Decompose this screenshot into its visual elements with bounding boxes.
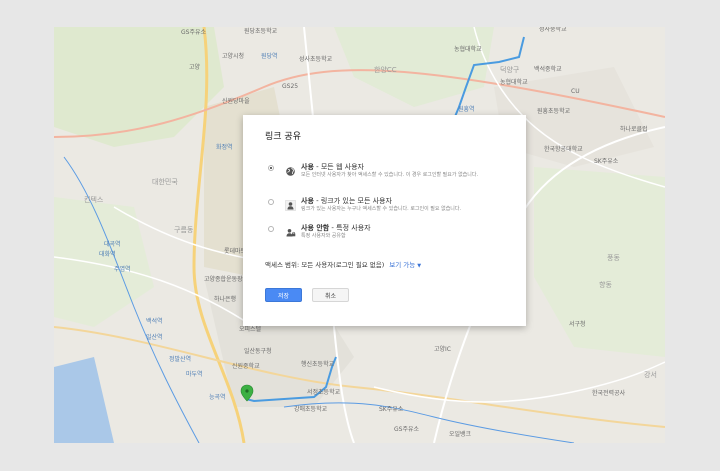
option-specific-people[interactable]: 사용 안함 - 특정 사용자 특정 사용자와 공유함 [268,223,518,247]
map-label: SK주유소 [379,406,404,413]
map-label: 오일뱅크 [449,431,472,438]
map-label: SK주유소 [594,158,619,165]
map-label: 한국전력공사 [592,390,626,397]
globe-icon [285,162,296,176]
save-button[interactable]: 저장 [265,288,302,302]
map-label: 백석중학교 [534,66,562,73]
map-label: 화정역 [216,144,233,151]
caret-down-icon: ▼ [417,263,422,269]
map-label: 덕양구 [500,66,520,74]
option-title: 사용 - 모든 웹 사용자 [301,163,364,171]
map-label: 고양IC [434,346,451,353]
option-description: 링크가 있는 사용자는 누구나 액세스할 수 있습니다. 로그인이 필요 없습니… [301,206,462,212]
map-label: 원흥역 [458,106,475,113]
map-label: 농협대학교 [500,79,528,86]
map-label: 고양시청 [222,53,245,60]
radio-anyone-with-link[interactable] [268,199,274,205]
map-label: 구름동 [174,226,194,234]
share-link-dialog: 링크 공유 사용 - 모든 웹 사용자 모든 인터넷 사용자가 찾아 액세스할 … [243,115,526,326]
option-description: 모든 인터넷 사용자가 찾아 액세스할 수 있습니다. 이 경우 로그인할 필요… [301,172,479,178]
map-label: 일산동구청 [244,348,272,355]
map-label: 한양CC [374,66,397,74]
radio-public-web[interactable] [268,165,274,171]
map-label: GS주유소 [394,426,420,433]
map-label: 강매초등학교 [294,406,328,413]
map-label: 신원중학교 [232,363,260,370]
cancel-button[interactable]: 취소 [312,288,349,302]
map-label: 성사중학교 [539,27,567,33]
map-label: 정발산역 [169,356,192,363]
map-label: 백석역 [146,318,163,325]
map-label: 하나은행 [214,296,237,303]
map-label: 원당역 [261,53,278,60]
map-label: 킨텍스 [84,196,104,204]
radio-specific-people[interactable] [268,226,274,232]
map-label: 신원당마을 [222,98,250,105]
map-label: 서정초등학교 [307,389,341,396]
person-link-icon [285,196,296,211]
dialog-title: 링크 공유 [265,132,301,142]
access-level-dropdown[interactable]: 보기 가능 ▼ [389,261,421,269]
option-title: 사용 - 링크가 있는 모든 사용자 [301,197,392,205]
map-label: 하나로클럽 [620,126,648,133]
map-label: 대화역 [99,251,116,258]
option-title: 사용 안함 - 특정 사용자 [301,224,371,232]
option-anyone-with-link[interactable]: 사용 - 링크가 있는 모든 사용자 링크가 있는 사용자는 누구나 액세스할 … [268,196,518,220]
map-label: 마두역 [186,371,203,378]
map-label: 일산역 [146,334,163,341]
map-label: 원흥초등학교 [537,108,571,115]
map-label: 행신초등학교 [301,361,335,368]
map-label: 고양 [189,64,201,71]
map-label: 대곡역 [104,241,121,248]
access-scope: 액세스 범위: 모든 사용자(로그인 필요 없음) 보기 가능 ▼ [265,259,421,269]
map-label: 농협대학교 [454,46,482,53]
map-label: GS25 [282,83,299,90]
option-public-web[interactable]: 사용 - 모든 웹 사용자 모든 인터넷 사용자가 찾아 액세스할 수 있습니다… [268,162,518,186]
map-label: 고양종합운동장 [204,276,243,283]
map-label: 향동 [599,281,612,289]
access-scope-text: 액세스 범위: 모든 사용자(로그인 필요 없음) [265,261,385,269]
map-label: 한국항공대학교 [544,146,583,153]
option-description: 특정 사용자와 공유함 [301,233,346,239]
map-label: 오피스텔 [239,326,262,333]
map-label: 서구청 [569,321,586,328]
map-label: 성사초등학교 [299,56,333,63]
map-label: 풍동 [607,254,620,262]
map-label: 원당초등학교 [244,28,278,35]
person-lock-icon [285,223,296,237]
map-label: 주엽역 [114,266,131,273]
map-label: 강서 [644,371,657,379]
map-label: GS주유소 [181,29,207,36]
map-label: 능곡역 [209,394,226,401]
map-label: CU [571,88,580,95]
map-label: 대한민국 [152,178,178,186]
